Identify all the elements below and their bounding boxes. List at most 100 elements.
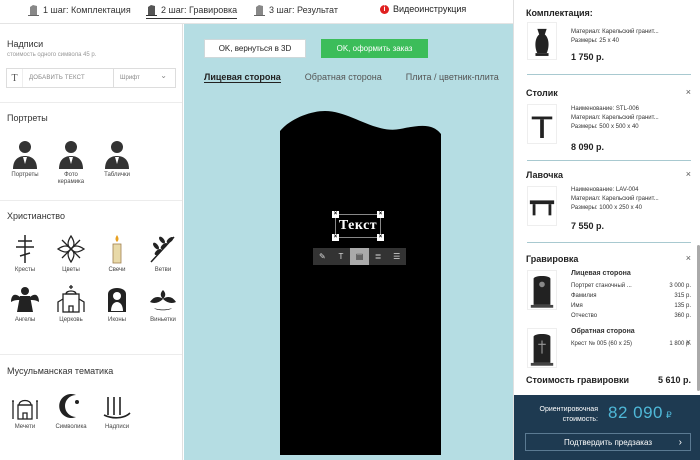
monument-icon [254, 5, 265, 16]
bench-details: Наименование: LAV-004 Материал: Карельск… [571, 187, 659, 211]
monument-icon [28, 5, 39, 16]
text-element-selection[interactable]: Текст × × × × [332, 211, 384, 241]
muslim-title: Мусульманская тематика [7, 366, 114, 376]
vignettes-item[interactable]: Виньетки [144, 282, 182, 324]
step-2-tab[interactable]: 2 шаг: Гравировка [146, 4, 238, 19]
bench-title: Лавочка [526, 170, 563, 180]
step-2-label: 2 шаг: Гравировка [161, 5, 238, 15]
crescent-icon [59, 394, 79, 418]
branches-item[interactable]: Ветви [144, 232, 182, 274]
step-3-label: 3 шаг: Результат [269, 5, 338, 15]
text-icon: T [7, 69, 23, 87]
mosque-icon [12, 399, 38, 420]
tab-front-side[interactable]: Лицевая сторона [204, 72, 281, 83]
crosses-item[interactable]: Кресты [6, 232, 44, 274]
cross-icon [16, 235, 34, 263]
text-format-icon[interactable]: T [332, 248, 351, 265]
front-row: Фамилия 315 р. [571, 293, 691, 299]
step-1-tab[interactable]: 1 шаг: Комплектация [28, 4, 131, 16]
video-instruction-link[interactable]: i Видеоинструкция [380, 4, 466, 14]
stone-text-label: Текст [338, 218, 378, 233]
resize-handle-icon[interactable]: × [377, 234, 384, 241]
portrait-man-icon [13, 141, 37, 169]
add-text-row: T ДОБАВИТЬ ТЕКСТ Шрифт [6, 67, 176, 88]
churches-item[interactable]: Церковь [52, 282, 90, 324]
front-engraving-image [527, 270, 557, 310]
table-title: Столик [526, 88, 558, 98]
remove-engraving-icon[interactable]: × [686, 253, 691, 263]
add-text-button[interactable]: ДОБАВИТЬ ТЕКСТ [23, 69, 114, 87]
text-toolbar: ✎ T ▤ ≣ ☰ [313, 248, 406, 265]
left-panel: Надписи стоимость одного символа 45 р. T… [0, 24, 183, 460]
divider [0, 102, 182, 103]
remove-bench-icon[interactable]: × [686, 169, 691, 179]
font-select[interactable]: Шрифт [114, 67, 175, 87]
front-row: Портрет станочный ... 3 000 р. [571, 283, 691, 289]
edit-pencil-icon[interactable]: ✎ [313, 248, 332, 265]
engraving-title: Гравировка [526, 254, 579, 264]
inscriptions-title: Надписи [7, 39, 44, 49]
church-icon [57, 285, 85, 313]
divider [527, 242, 691, 243]
divider [527, 74, 691, 75]
symbols-item[interactable]: Символика [52, 389, 90, 431]
engraving-total: Стоимость гравировки 5 610 р. [526, 375, 691, 385]
icons-item[interactable]: Иконы [98, 282, 136, 324]
estimate-footer: Ориентировочная стоимость: 82 090 ₽ Подтв… [514, 395, 700, 460]
flower-icon [56, 234, 86, 264]
remove-table-icon[interactable]: × [686, 87, 691, 97]
photo-ceramic-item[interactable]: Фото керамика [52, 137, 90, 186]
divider [0, 200, 182, 201]
back-to-3d-button[interactable]: OK, вернуться в 3D [204, 39, 306, 58]
candles-item[interactable]: Свечи [98, 232, 136, 274]
inscriptions-item[interactable]: Надписи [98, 389, 136, 431]
front-row: Имя 135 р. [571, 303, 691, 309]
divider [527, 160, 691, 161]
table-details: Наименование: STL-006 Материал: Карельск… [571, 106, 659, 130]
table-image [527, 104, 557, 144]
flowers-item[interactable]: Цветы [52, 232, 90, 274]
branch-icon [150, 236, 175, 263]
kit-details: Материал: Карельский гранит... Размеры: … [571, 29, 659, 44]
divider [0, 354, 182, 355]
bench-image [527, 186, 557, 226]
muslim-grid: Мечети Символика Надписи [6, 389, 136, 431]
plaques-item[interactable]: Таблички [98, 137, 136, 186]
arabic-inscription-icon [103, 397, 131, 419]
chevron-right-icon: › [678, 436, 682, 448]
candle-icon [112, 235, 122, 264]
portraits-item[interactable]: Портреты [6, 137, 44, 186]
christianity-title: Христианство [7, 211, 65, 221]
angels-item[interactable]: Ангелы [6, 282, 44, 324]
front-side-title: Лицевая сторона [571, 270, 631, 277]
side-tabs: Лицевая сторона Обратная сторона Плита /… [204, 72, 499, 83]
align-center-icon[interactable]: ≣ [369, 248, 388, 265]
back-row: Крест № 005 (60 x 25) 1 800 р. [571, 341, 691, 347]
christianity-grid: Кресты Цветы Свечи Ветви Ангелы Церковь … [6, 232, 182, 324]
resize-handle-icon[interactable]: × [332, 234, 339, 241]
step-3-tab[interactable]: 3 шаг: Результат [254, 4, 338, 16]
table-price: 8 090 р. [571, 142, 605, 152]
place-order-button[interactable]: OK, оформить заказ [321, 39, 428, 58]
editor-canvas[interactable]: OK, вернуться в 3D OK, оформить заказ Ли… [184, 24, 513, 460]
kit-title: Комплектация: [526, 8, 593, 18]
estimate-label: Ориентировочная стоимость: [539, 406, 599, 423]
tab-slab[interactable]: Плита / цветник-плита [406, 72, 499, 83]
close-handle-icon[interactable]: × [332, 211, 339, 218]
summary-scroll[interactable]: Комплектация: Материал: Карельский грани… [514, 0, 700, 392]
close-handle-icon[interactable]: × [377, 211, 384, 218]
portrait-ceramic-icon [59, 141, 83, 169]
headstone-preview[interactable] [280, 109, 441, 455]
portraits-grid: Портреты Фото керамика Таблички [6, 137, 136, 186]
align-left-icon[interactable]: ▤ [350, 248, 369, 265]
tab-back-side[interactable]: Обратная сторона [305, 72, 382, 83]
mosques-item[interactable]: Мечети [6, 389, 44, 431]
steps-bar: 1 шаг: Комплектация 2 шаг: Гравировка 3 … [0, 0, 513, 24]
align-right-icon[interactable]: ☰ [387, 248, 406, 265]
icon-saint-icon [108, 288, 126, 312]
back-side-title: Обратная сторона [571, 328, 635, 335]
back-engraving-image [527, 328, 557, 368]
portrait-plaque-icon [105, 141, 129, 169]
confirm-preorder-button[interactable]: Подтвердить предзаказ › [525, 433, 691, 451]
video-label: Видеоинструкция [393, 4, 467, 14]
